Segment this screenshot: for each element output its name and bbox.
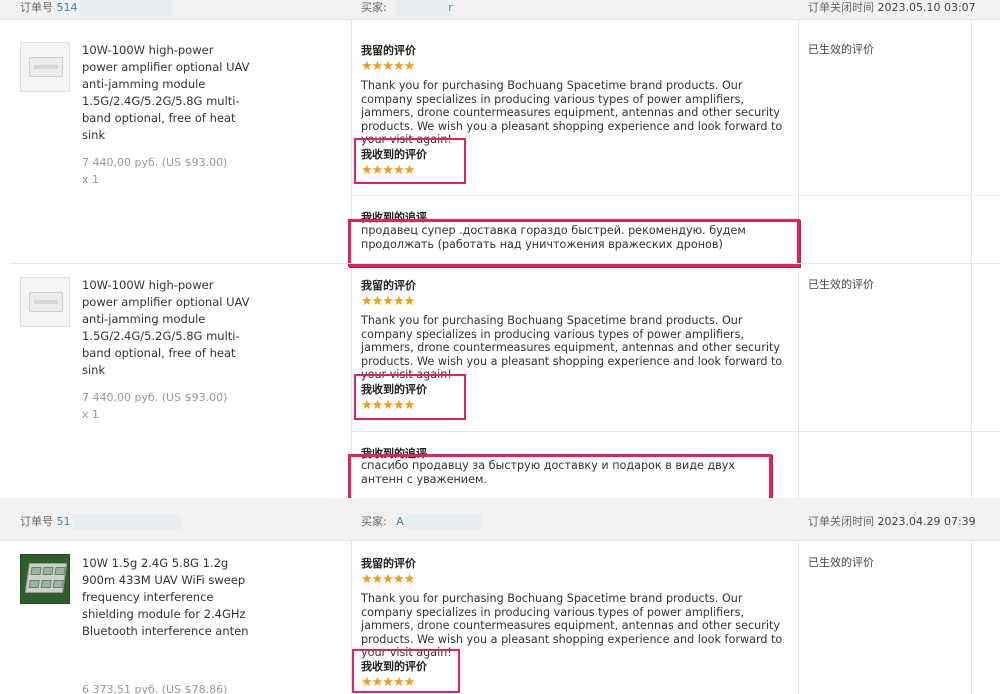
row-divider	[351, 195, 1000, 196]
close-time: 订单关闭时间 2023.04.29 07:39	[808, 513, 976, 529]
review-status: 已生效的评价	[808, 556, 874, 569]
redacted-block	[72, 514, 181, 530]
review-status: 已生效的评价	[808, 43, 874, 56]
buyer-label: 买家:	[361, 515, 387, 528]
column-divider	[971, 541, 972, 694]
received-review-rating: ★★★★★	[361, 675, 415, 690]
order-number-link[interactable]: 51	[57, 515, 71, 528]
my-review-title: 我留的评价	[361, 279, 416, 292]
product-name[interactable]: 10W 1.5g 2.4G 5.8G 1.2g 900m 433M UAV Wi…	[82, 555, 252, 640]
my-review-title: 我留的评价	[361, 44, 416, 57]
row-divider	[351, 431, 1000, 432]
star-icon: ★★★★★	[361, 163, 415, 178]
product-thumbnail[interactable]	[20, 277, 70, 327]
product-thumbnail[interactable]	[20, 554, 70, 604]
close-time-value: 2023.05.10 03:07	[877, 1, 976, 14]
column-divider	[971, 20, 972, 498]
received-review-rating: ★★★★★	[361, 398, 415, 413]
followup-text: продавец супер .доставка гораздо быстрей…	[361, 224, 746, 251]
my-review-rating: ★★★★★	[361, 294, 415, 309]
followup-text: спасибо продавцу за быструю доставку и п…	[361, 459, 735, 486]
my-review-rating: ★★★★★	[361, 59, 415, 74]
my-review-title: 我留的评价	[361, 557, 416, 570]
order-header: 订单号 514 买家: r 订单关闭时间 2023.05.10 03:07	[0, 0, 1000, 20]
received-review-rating: ★★★★★	[361, 163, 415, 178]
redacted-block	[79, 0, 172, 16]
my-review-text: Thank you for purchasing Bochuang Spacet…	[361, 314, 783, 381]
redacted-block	[396, 0, 449, 16]
product-quantity: x 1	[82, 173, 100, 186]
review-status: 已生效的评价	[808, 278, 874, 291]
product-thumbnail[interactable]	[20, 42, 70, 92]
my-review-rating: ★★★★★	[361, 572, 415, 587]
order-number-label: 订单号	[20, 515, 53, 528]
close-time-value: 2023.04.29 07:39	[877, 515, 976, 528]
order-number-label: 订单号	[20, 1, 53, 14]
product-name[interactable]: 10W-100W high-power power amplifier opti…	[82, 42, 252, 144]
close-time-label: 订单关闭时间	[808, 1, 874, 14]
star-icon: ★★★★★	[361, 675, 415, 690]
close-time: 订单关闭时间 2023.05.10 03:07	[808, 0, 976, 15]
row-divider	[10, 263, 1000, 264]
received-review-title: 我收到的评价	[361, 660, 427, 673]
column-divider	[798, 541, 799, 694]
star-icon: ★★★★★	[361, 294, 415, 309]
star-icon: ★★★★★	[361, 572, 415, 587]
buyer-link[interactable]: A	[396, 515, 404, 528]
product-price: 7 440,00 руб. (US $93.00)	[82, 391, 228, 404]
buyer-info: 买家: r	[361, 0, 453, 16]
order-number: 订单号 514	[20, 0, 172, 16]
my-review-text: Thank you for purchasing Bochuang Spacet…	[361, 79, 783, 146]
star-icon: ★★★★★	[361, 59, 415, 74]
order-header: 订单号 51 买家: A 订单关闭时间 2023.04.29 07:39	[0, 498, 1000, 541]
close-time-label: 订单关闭时间	[808, 515, 874, 528]
product-quantity: x 1	[82, 408, 100, 421]
received-review-title: 我收到的评价	[361, 383, 427, 396]
star-icon: ★★★★★	[361, 398, 415, 413]
product-price: 7 440,00 руб. (US $93.00)	[82, 156, 228, 169]
received-review-title: 我收到的评价	[361, 148, 427, 161]
order-number-link[interactable]: 514	[57, 1, 78, 14]
buyer-link[interactable]: r	[448, 1, 453, 14]
product-price: 6 373,51 руб. (US $78.86)	[82, 683, 228, 694]
order-number: 订单号 51	[20, 513, 181, 530]
buyer-info: 买家: A	[361, 513, 482, 530]
buyer-label: 买家:	[361, 1, 387, 14]
product-name[interactable]: 10W-100W high-power power amplifier opti…	[82, 277, 252, 379]
redacted-block	[405, 514, 482, 530]
